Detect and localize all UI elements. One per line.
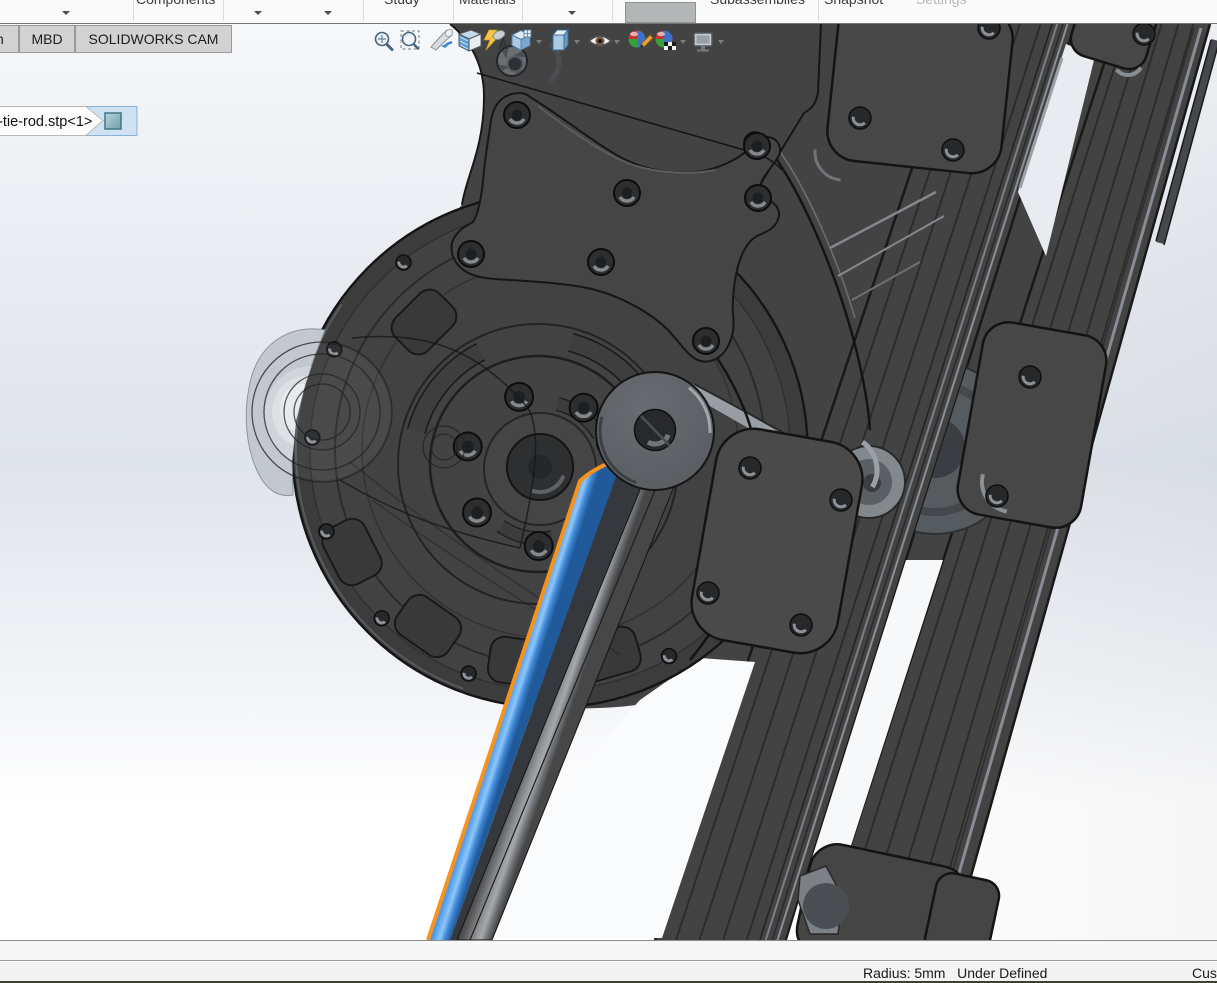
svg-text:e-tie-rod.stp<1>: e-tie-rod.stp<1> (0, 114, 92, 130)
